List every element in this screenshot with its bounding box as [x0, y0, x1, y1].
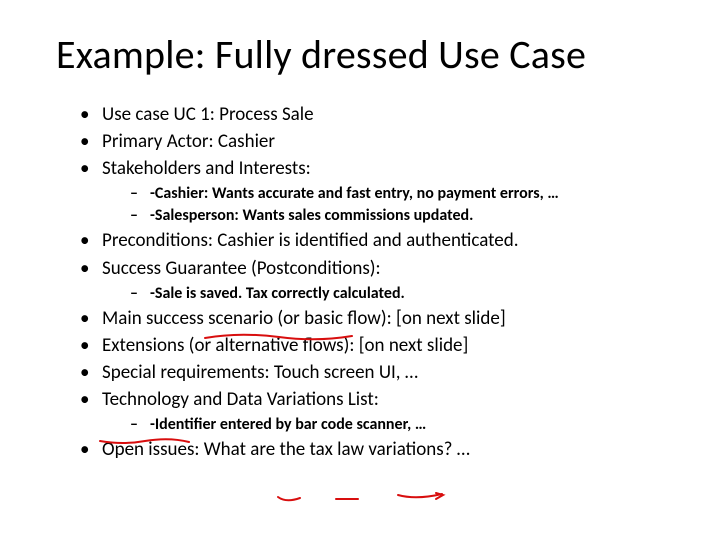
- list-item: Technology and Data Variations List: -Id…: [80, 387, 664, 435]
- slide: Example: Fully dressed Use Case Use case…: [0, 0, 720, 462]
- list-item-label: Success Guarantee (Postconditions):: [102, 257, 381, 280]
- sub-list: -Sale is saved. Tax correctly calculated…: [102, 283, 664, 304]
- annotation-mark-open-issues: [276, 491, 446, 507]
- list-item: Open issues: What are the tax law variat…: [80, 437, 664, 462]
- list-item: Special requirements: Touch screen UI, …: [80, 360, 664, 385]
- sub-list-item: -Cashier: Wants accurate and fast entry,…: [130, 183, 664, 204]
- list-item: Preconditions: Cashier is identified and…: [80, 228, 664, 253]
- list-item: Main success scenario (or basic flow): […: [80, 306, 664, 331]
- sub-list: -Identifier entered by bar code scanner,…: [102, 414, 664, 435]
- sub-list: -Cashier: Wants accurate and fast entry,…: [102, 183, 664, 226]
- list-item: Primary Actor: Cashier: [80, 129, 664, 154]
- bullet-list: Use case UC 1: Process Sale Primary Acto…: [56, 102, 664, 462]
- slide-title: Example: Fully dressed Use Case: [56, 34, 664, 76]
- sub-list-item: -Salesperson: Wants sales commissions up…: [130, 205, 664, 226]
- list-item: Use case UC 1: Process Sale: [80, 102, 664, 127]
- list-item: Stakeholders and Interests: -Cashier: Wa…: [80, 156, 664, 226]
- list-item-label: Stakeholders and Interests:: [102, 157, 311, 180]
- sub-list-item: -Sale is saved. Tax correctly calculated…: [130, 283, 664, 304]
- list-item: Extensions (or alternative flows): [on n…: [80, 333, 664, 358]
- list-item: Success Guarantee (Postconditions): -Sal…: [80, 256, 664, 304]
- sub-list-item: -Identifier entered by bar code scanner,…: [130, 414, 664, 435]
- list-item-label: Technology and Data Variations List:: [102, 388, 379, 411]
